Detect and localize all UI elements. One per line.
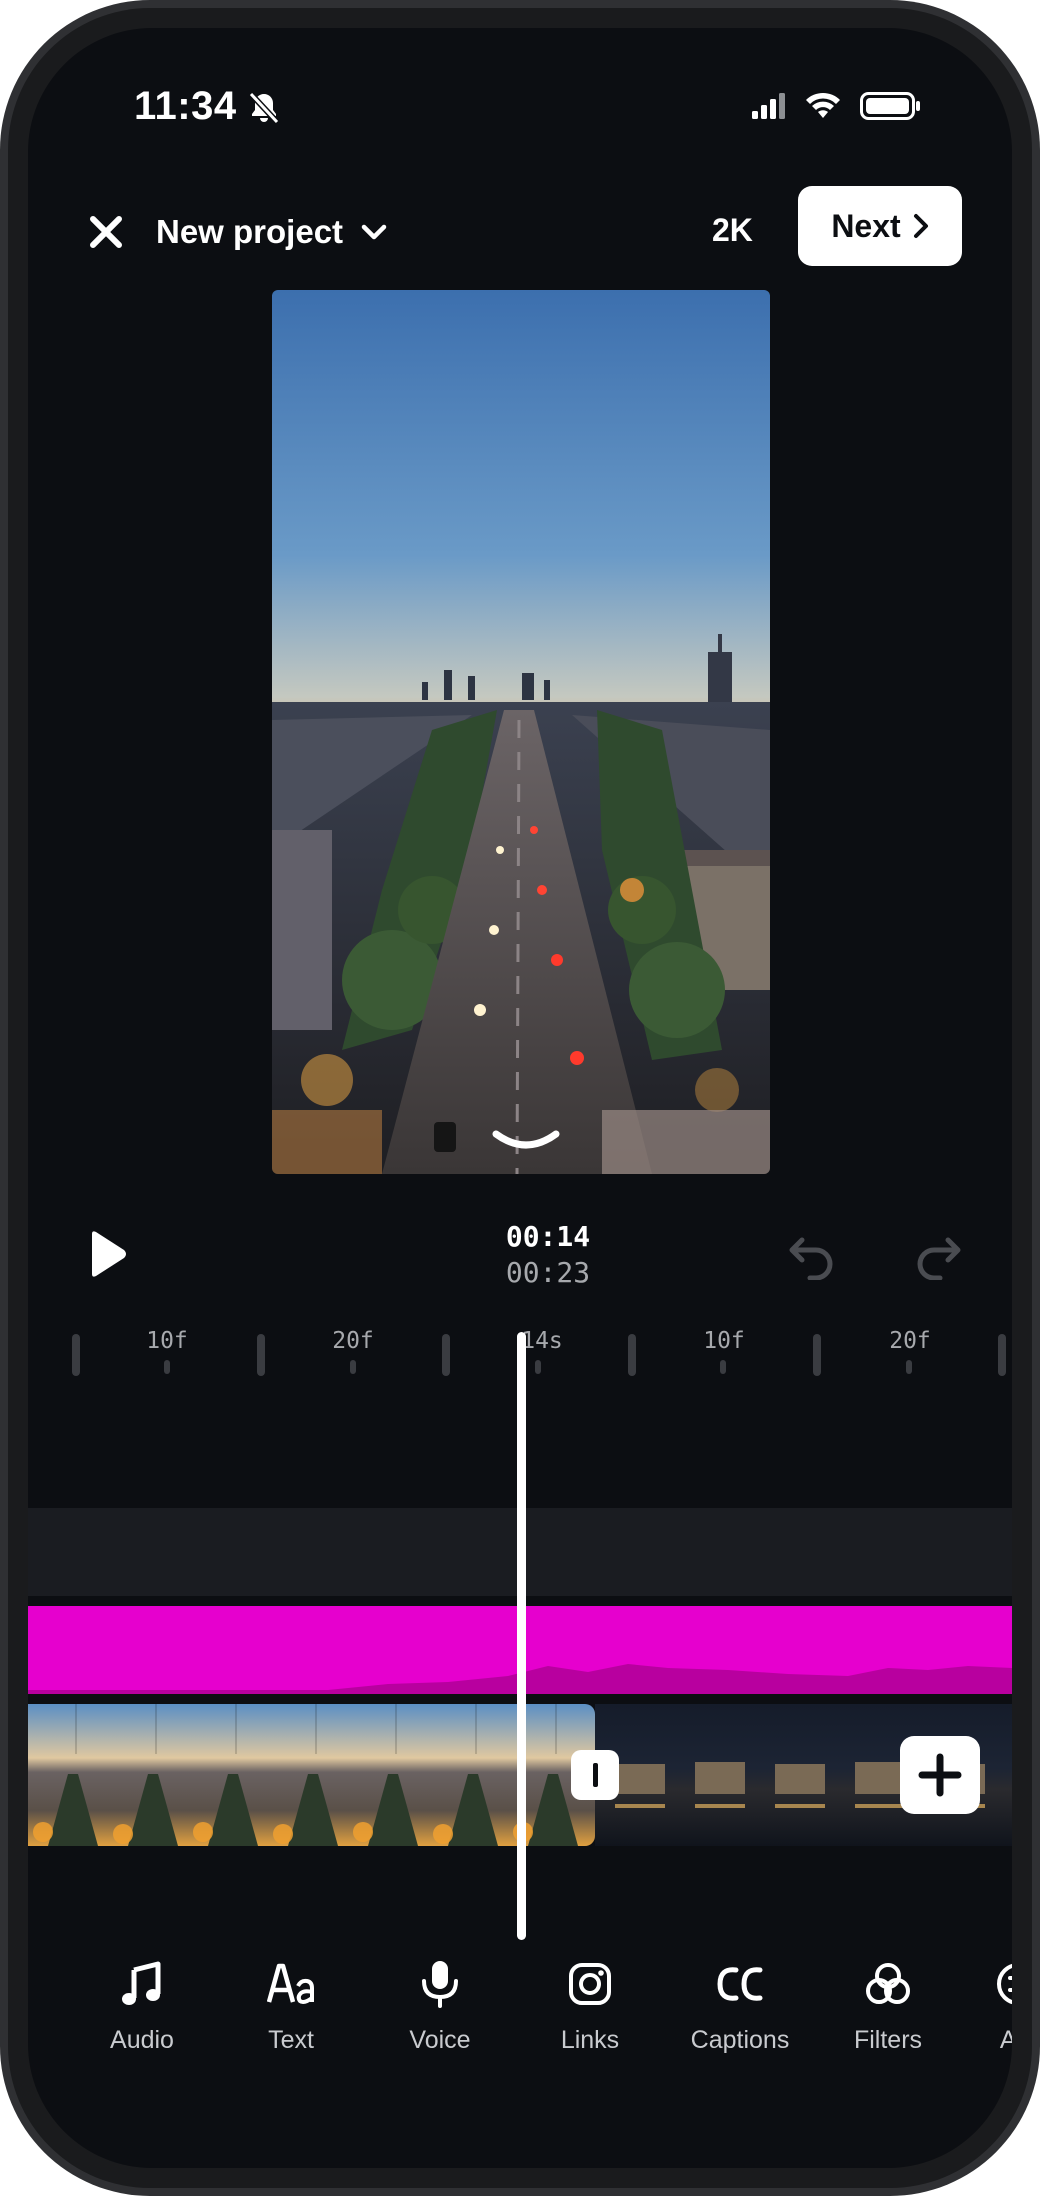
play-button[interactable]: [78, 1226, 134, 1282]
resolution-selector[interactable]: 2K: [712, 212, 753, 249]
tool-bar: Audio Text Voice Links Captions Filters …: [28, 1958, 1012, 2078]
close-icon: [90, 216, 122, 248]
undo-icon: [789, 1237, 833, 1281]
tool-label: Text: [268, 2026, 314, 2054]
tool-captions[interactable]: Captions: [680, 1958, 800, 2068]
ruler-label: 20f: [889, 1328, 931, 1354]
captions-cc-icon: [716, 1958, 764, 2010]
redo-button[interactable]: [910, 1230, 966, 1281]
ruler-tick: [998, 1334, 1006, 1376]
cellular-signal-icon: [752, 93, 785, 119]
chevron-right-icon: [913, 214, 928, 238]
ruler-label: 10f: [146, 1328, 188, 1354]
text-aa-icon: [267, 1958, 315, 2010]
tool-label: Adj: [999, 2026, 1012, 2054]
redo-icon: [917, 1237, 961, 1281]
status-time: 11:34: [134, 84, 237, 128]
play-icon: [92, 1231, 126, 1277]
project-title: New project: [156, 213, 344, 250]
tool-filters[interactable]: Filters: [828, 1958, 948, 2068]
ruler-tick: [535, 1360, 541, 1374]
status-icons: [752, 92, 922, 120]
microphone-icon: [416, 1958, 464, 2010]
screen: 11:34 New project 2K Next 00:14 00:23 10…: [28, 28, 1012, 2168]
preview-image: [272, 290, 770, 1174]
playhead[interactable]: [517, 1332, 526, 1940]
tool-label: Links: [560, 2026, 620, 2054]
wifi-icon: [806, 92, 840, 118]
ruler-tick: [720, 1360, 726, 1374]
clip-thumbnails: [28, 1704, 595, 1846]
tool-adjust[interactable]: Adj: [958, 1958, 1012, 2068]
battery-icon: [860, 92, 920, 120]
tool-links[interactable]: Links: [530, 1958, 650, 2068]
undo-button[interactable]: [784, 1230, 840, 1281]
project-title-dropdown[interactable]: New project: [156, 206, 387, 258]
ruler-label: 14s: [521, 1328, 563, 1354]
clip-trim-handle[interactable]: [571, 1750, 619, 1800]
tool-label: Audio: [110, 2026, 174, 2054]
ruler-label: 10f: [703, 1328, 745, 1354]
instagram-icon: [566, 1958, 614, 2010]
plus-icon: [918, 1753, 962, 1797]
ruler-tick: [164, 1360, 170, 1374]
tool-text[interactable]: Text: [231, 1958, 351, 2068]
ruler-label: 20f: [332, 1328, 374, 1354]
total-time: 00:23: [505, 1256, 591, 1289]
trim-handle-grip: [592, 1763, 598, 1787]
ruler-tick: [628, 1334, 636, 1376]
collapse-chevron-icon[interactable]: [490, 1126, 562, 1156]
current-time: 00:14: [505, 1220, 591, 1253]
adjust-icon: [994, 1958, 1012, 2010]
ruler-tick: [813, 1334, 821, 1376]
ruler-tick: [72, 1334, 80, 1376]
ruler-tick: [257, 1334, 265, 1376]
music-note-icon: [118, 1958, 166, 2010]
next-label: Next: [831, 207, 901, 244]
filters-icon: [864, 1958, 912, 2010]
tool-audio[interactable]: Audio: [82, 1958, 202, 2068]
ruler-tick: [442, 1334, 450, 1376]
tool-label: Captions: [690, 2026, 790, 2054]
video-preview[interactable]: [272, 290, 770, 1174]
tool-voice[interactable]: Voice: [380, 1958, 500, 2068]
chevron-down-icon: [361, 224, 387, 240]
tool-label: Filters: [853, 2026, 923, 2054]
video-clip-sunset[interactable]: [28, 1704, 595, 1846]
add-clip-button[interactable]: [900, 1736, 980, 1814]
ruler-tick: [350, 1360, 356, 1374]
close-button[interactable]: [78, 204, 134, 260]
next-button[interactable]: Next: [798, 186, 962, 266]
bell-off-icon: [248, 91, 280, 125]
ruler-tick: [906, 1360, 912, 1374]
tool-label: Voice: [409, 2026, 471, 2054]
